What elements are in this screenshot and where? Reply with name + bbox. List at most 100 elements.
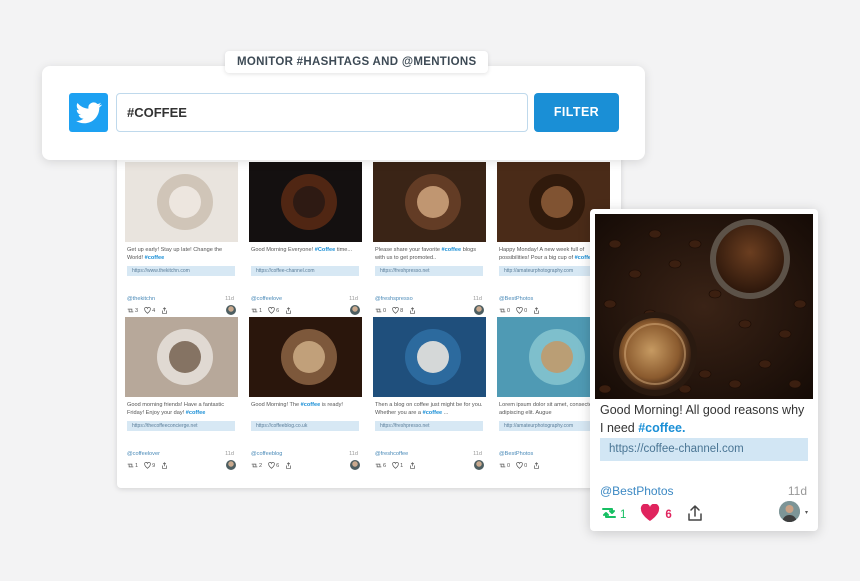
heart-icon[interactable] [516, 307, 523, 314]
heart-icon[interactable] [516, 462, 523, 469]
filter-button[interactable]: FILTER [534, 93, 619, 132]
share-icon[interactable] [409, 307, 416, 314]
retweet-count: 2 [259, 462, 263, 469]
tweet-handle[interactable]: @coffeelover [127, 451, 160, 457]
tweet-link[interactable]: https://coffeeblog.co.uk [251, 421, 359, 431]
like-count: 0 [524, 307, 528, 314]
featured-tweet-text: Good Morning! All good reasons why I nee… [600, 403, 805, 435]
retweet-icon[interactable] [499, 462, 506, 469]
tweet-card[interactable]: Then a blog on coffee just might be for … [373, 317, 490, 477]
featured-tweet-link[interactable]: https://coffee-channel.com [600, 438, 808, 461]
share-icon[interactable] [161, 462, 168, 469]
share-icon[interactable] [161, 307, 168, 314]
heart-icon[interactable] [268, 462, 275, 469]
page-title: MONITOR #HASHTAGS AND @MENTIONS [225, 51, 489, 73]
retweet-icon[interactable] [600, 505, 618, 524]
tweet-time: 11d [349, 451, 358, 457]
avatar[interactable] [779, 501, 800, 522]
tweet-grid: Get up early! Stay up late! Change the W… [117, 150, 621, 488]
tweet-photo [373, 317, 486, 397]
tweet-actions: 3 4 [127, 307, 168, 314]
like-count: 9 [152, 462, 156, 469]
tweet-photo [373, 162, 486, 242]
avatar[interactable] [350, 305, 360, 315]
tweet-handle[interactable]: @BestPhotos [499, 296, 533, 302]
heart-icon[interactable] [144, 462, 151, 469]
tweet-card[interactable]: Please share your favorite #coffee blogs… [373, 162, 490, 322]
tweet-handle[interactable]: @freshcoffee [375, 451, 408, 457]
tweet-handle[interactable]: @thekitchn [127, 296, 155, 302]
featured-tweet-card[interactable]: Good Morning! All good reasons why I nee… [590, 209, 818, 531]
tweet-text: Then a blog on coffee just might be for … [375, 402, 483, 416]
share-icon[interactable] [686, 505, 704, 524]
featured-tweet-time: 11d [787, 484, 807, 498]
retweet-icon[interactable] [127, 307, 134, 314]
twitter-bird-icon [69, 93, 108, 132]
tweet-link[interactable]: https://freshpresso.net [375, 266, 483, 276]
share-icon[interactable] [409, 462, 416, 469]
share-icon[interactable] [285, 307, 292, 314]
featured-tweet-handle[interactable]: @BestPhotos [600, 484, 674, 498]
tweet-link[interactable]: https://thecoffeeconcierge.net [127, 421, 235, 431]
tweet-link[interactable]: https://coffee-channel.com [251, 266, 359, 276]
retweet-count: 3 [135, 307, 139, 314]
hashtag-search-input[interactable]: #COFFEE [116, 93, 528, 132]
tweet-handle[interactable]: @freshspresso [375, 296, 413, 302]
retweet-count: 1 [135, 462, 139, 469]
retweet-count: 1 [259, 307, 263, 314]
share-icon[interactable] [285, 462, 292, 469]
tweet-card[interactable]: Good Morning! The #coffee is ready! http… [249, 317, 366, 477]
tweet-time: 11d [225, 451, 234, 457]
avatar[interactable] [350, 460, 360, 470]
tweet-photo [125, 317, 238, 397]
like-count: 6 [276, 307, 280, 314]
retweet-icon[interactable] [251, 307, 258, 314]
avatar[interactable] [226, 460, 236, 470]
share-icon[interactable] [533, 307, 540, 314]
heart-icon[interactable] [268, 307, 275, 314]
tweet-time: 11d [473, 451, 482, 457]
tweet-link[interactable]: https://www.thekitchn.com [127, 266, 235, 276]
avatar-dropdown-icon[interactable]: ▾ [805, 509, 808, 516]
tweet-actions: 0 0 [499, 307, 540, 314]
tweet-actions: 2 6 [251, 462, 292, 469]
retweet-count: 0 [383, 307, 387, 314]
tweet-photo [249, 317, 362, 397]
tweet-handle[interactable]: @coffeelove [251, 296, 282, 302]
retweet-count: 6 [383, 462, 387, 469]
tweet-card[interactable]: Get up early! Stay up late! Change the W… [125, 162, 242, 322]
tweet-handle[interactable]: @coffeeblog [251, 451, 282, 457]
tweet-photo [249, 162, 362, 242]
tweet-text: Please share your favorite #coffee blogs… [375, 247, 477, 261]
heart-icon[interactable] [392, 462, 399, 469]
tweet-handle[interactable]: @BestPhotos [499, 451, 533, 457]
tweet-actions: 0 8 [375, 307, 416, 314]
like-count: 1 [400, 462, 404, 469]
like-count: 4 [152, 307, 156, 314]
retweet-icon[interactable] [375, 462, 382, 469]
tweet-time: 11d [473, 296, 482, 302]
featured-coffee-photo [595, 214, 813, 399]
retweet-icon[interactable] [251, 462, 258, 469]
tweet-link[interactable]: https://freshpresso.net [375, 421, 483, 431]
tweet-time: 11d [225, 296, 234, 302]
tweet-actions: 6 1 [375, 462, 416, 469]
retweet-icon[interactable] [375, 307, 382, 314]
retweet-count: 0 [507, 307, 511, 314]
tweet-card[interactable]: Good morning friends! Have a fantastic F… [125, 317, 242, 477]
tweet-text: Good Morning! The #coffee is ready! [251, 402, 343, 408]
tweet-text: Good morning friends! Have a fantastic F… [127, 402, 225, 416]
avatar[interactable] [474, 460, 484, 470]
like-count: 8 [400, 307, 404, 314]
tweet-card[interactable]: Good Morning Everyone! #Coffee time... h… [249, 162, 366, 322]
share-icon[interactable] [533, 462, 540, 469]
retweet-icon[interactable] [499, 307, 506, 314]
avatar[interactable] [226, 305, 236, 315]
retweet-icon[interactable] [127, 462, 134, 469]
tweet-actions: 0 0 [499, 462, 540, 469]
heart-icon[interactable] [144, 307, 151, 314]
avatar[interactable] [474, 305, 484, 315]
heart-icon[interactable] [640, 503, 660, 525]
tweet-actions: 1 9 [127, 462, 168, 469]
heart-icon[interactable] [392, 307, 399, 314]
